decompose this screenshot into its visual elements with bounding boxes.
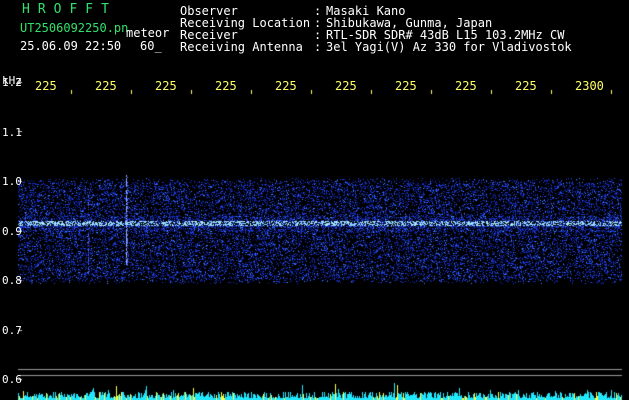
- y-tick-label: 0.9: [2, 224, 22, 238]
- x-tick-label: 225: [395, 79, 417, 93]
- x-tick-label: 225: [515, 79, 537, 93]
- y-tick-label: 0.8: [2, 274, 22, 287]
- field-label: Receiving Antenna: [180, 40, 303, 54]
- x-tick-label: 225: [335, 79, 357, 93]
- x-tick-label: 225: [215, 79, 237, 93]
- y-tick-label: 1.1: [2, 125, 22, 139]
- x-tick-label: 225: [95, 79, 117, 93]
- x-tick-label: 225: [35, 79, 57, 93]
- observation-duration: 60_: [140, 39, 162, 53]
- hrofft-spectrogram: HROFFT UT2506092250.pn meteor 25.06.09 2…: [0, 0, 629, 400]
- file-name: UT2506092250.pn: [20, 21, 129, 35]
- y-tick-label: 0.6: [2, 373, 22, 386]
- field-value: 3el Yagi(V) Az 330 for Vladivostok: [326, 40, 572, 54]
- observation-datetime: 25.06.09 22:50: [20, 39, 122, 53]
- x-tick-label: 2300: [575, 79, 604, 93]
- mode-label: meteor: [126, 26, 170, 40]
- x-tick-label: 225: [155, 79, 177, 93]
- y-tick-label: 0.7: [2, 323, 22, 337]
- app-logo: HROFFT: [22, 2, 117, 17]
- waterfall-spectrogram: [0, 0, 629, 400]
- x-tick-label: 225: [275, 79, 297, 93]
- y-tick-label: 1.0: [2, 175, 22, 188]
- field-separator: :: [314, 40, 322, 54]
- x-tick-label: 225: [455, 79, 477, 93]
- y-tick-label: 1.2: [2, 76, 22, 89]
